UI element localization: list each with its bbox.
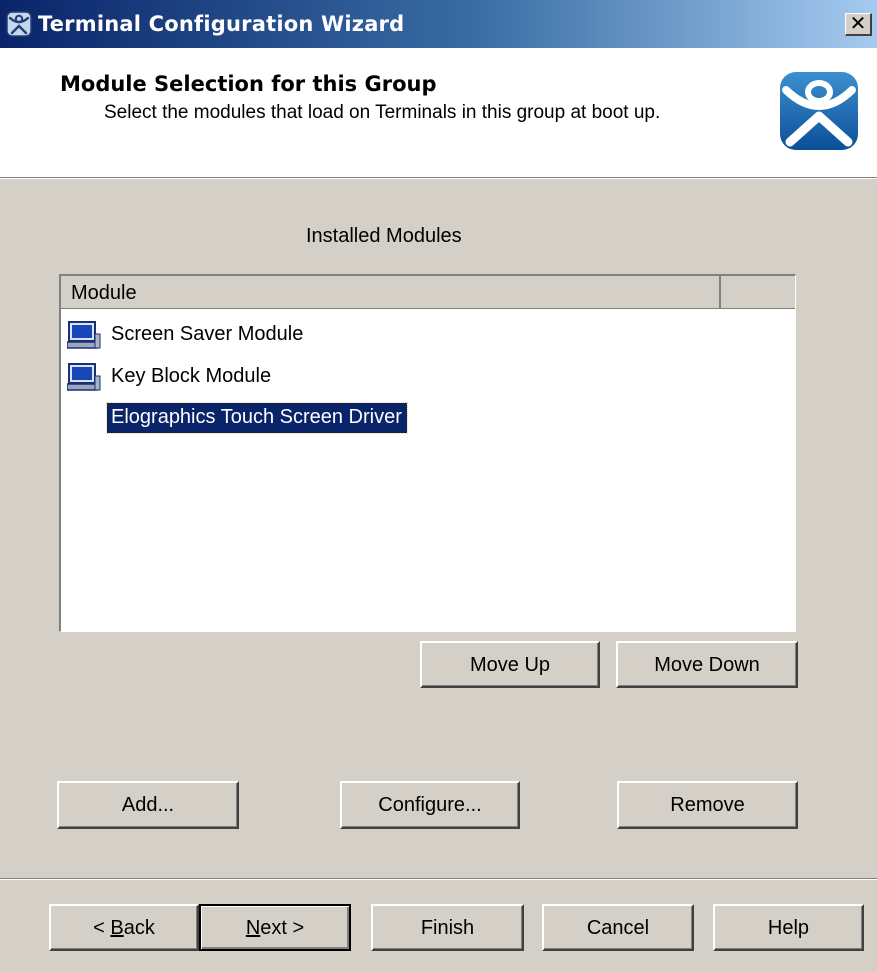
list-item-label: Screen Saver Module xyxy=(111,323,304,345)
add-button[interactable]: Add... xyxy=(57,781,239,829)
window-title: Terminal Configuration Wizard xyxy=(38,12,405,36)
list-item-label: Elographics Touch Screen Driver xyxy=(106,402,408,434)
installed-modules-label: Installed Modules xyxy=(306,225,462,247)
cancel-button[interactable]: Cancel xyxy=(542,904,694,951)
thinmanager-logo-icon xyxy=(780,72,858,150)
close-icon: ✕ xyxy=(849,11,867,35)
title-bar[interactable]: Terminal Configuration Wizard ✕ xyxy=(0,0,877,48)
page-subtitle: Select the modules that load on Terminal… xyxy=(104,102,661,123)
column-header-blank[interactable] xyxy=(721,276,795,309)
list-item[interactable]: Key Block Module xyxy=(61,358,791,394)
list-item-label: Key Block Module xyxy=(111,365,272,387)
module-list[interactable]: Module Screen Saver Module Key Block Mod… xyxy=(59,274,796,632)
wizard-header: Module Selection for this Group Select t… xyxy=(0,48,877,178)
list-item-selected[interactable]: Elographics Touch Screen Driver xyxy=(61,400,791,436)
move-down-button[interactable]: Move Down xyxy=(616,641,798,688)
close-button[interactable]: ✕ xyxy=(845,13,872,36)
finish-button[interactable]: Finish xyxy=(371,904,524,951)
move-up-button[interactable]: Move Up xyxy=(420,641,600,688)
terminal-module-icon xyxy=(67,321,101,349)
configure-button[interactable]: Configure... xyxy=(340,781,520,829)
help-button[interactable]: Help xyxy=(713,904,864,951)
column-header-module[interactable]: Module xyxy=(61,276,721,309)
back-button[interactable]: < Back xyxy=(49,904,199,951)
next-button[interactable]: Next > xyxy=(199,904,351,951)
list-item[interactable]: Screen Saver Module xyxy=(61,316,791,352)
header-divider xyxy=(0,178,877,179)
remove-button[interactable]: Remove xyxy=(617,781,798,829)
page-title: Module Selection for this Group xyxy=(60,72,437,96)
terminal-module-icon xyxy=(67,363,101,391)
thinmanager-icon xyxy=(6,11,32,37)
